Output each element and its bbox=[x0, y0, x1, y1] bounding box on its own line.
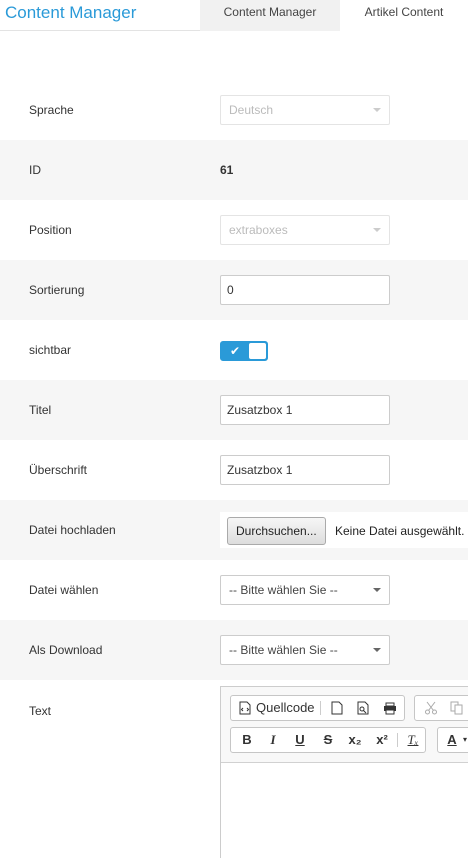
scissors-icon bbox=[425, 701, 437, 715]
editor-content-area[interactable] bbox=[221, 764, 468, 858]
sortierung-input[interactable] bbox=[220, 275, 390, 305]
sprache-label: Sprache bbox=[29, 103, 74, 117]
preview-button[interactable] bbox=[351, 696, 375, 720]
ueberschrift-input[interactable] bbox=[220, 455, 390, 485]
sortierung-label: Sortierung bbox=[29, 283, 85, 297]
als-download-select-value: -- Bitte wählen Sie -- bbox=[229, 643, 338, 657]
sprache-select-value: Deutsch bbox=[229, 103, 274, 117]
row-sichtbar: sichtbar ✔ bbox=[0, 320, 468, 380]
row-titel: Titel bbox=[0, 380, 468, 440]
file-status-text: Keine Datei ausgewählt. bbox=[335, 524, 465, 538]
app-title: Content Manager bbox=[5, 3, 137, 22]
als-download-label: Als Download bbox=[29, 643, 103, 657]
id-value: 61 bbox=[220, 163, 234, 177]
copy-icon bbox=[450, 701, 463, 715]
remove-format-button[interactable]: Tₓ bbox=[401, 728, 425, 752]
toolbar-group-basicstyles: B I U S x₂ x² Tₓ bbox=[230, 727, 426, 753]
row-id: ID 61 bbox=[0, 140, 468, 200]
row-ueberschrift: Überschrift bbox=[0, 440, 468, 500]
row-sortierung: Sortierung bbox=[0, 260, 468, 320]
text-label: Text bbox=[29, 704, 52, 718]
row-datei-waehlen: Datei wählen -- Bitte wählen Sie -- bbox=[0, 560, 468, 620]
row-datei-hochladen: Datei hochladen Durchsuchen... Keine Dat… bbox=[0, 500, 468, 560]
file-upload: Durchsuchen... Keine Datei ausgewählt. bbox=[220, 512, 468, 548]
sichtbar-toggle[interactable]: ✔ bbox=[220, 341, 268, 361]
id-label: ID bbox=[29, 163, 41, 177]
position-label: Position bbox=[29, 223, 72, 237]
chevron-down-icon[interactable]: ▾ bbox=[460, 728, 468, 752]
top-bar: Content Manager Content Manager Artikel … bbox=[0, 0, 468, 31]
chevron-down-icon bbox=[373, 108, 381, 112]
toolbar-separator bbox=[320, 701, 321, 715]
sichtbar-label: sichtbar bbox=[29, 343, 72, 357]
position-select-value: extraboxes bbox=[229, 223, 288, 237]
sprache-select: Deutsch bbox=[220, 95, 390, 125]
editor-toolbar: Quellcode B I U S x₂ x² Tₓ A ▾ bbox=[221, 687, 468, 763]
chevron-down-icon bbox=[373, 228, 381, 232]
print-button[interactable] bbox=[377, 696, 403, 720]
row-als-download: Als Download -- Bitte wählen Sie -- bbox=[0, 620, 468, 680]
subscript-button[interactable]: x₂ bbox=[343, 728, 367, 752]
datei-waehlen-select[interactable]: -- Bitte wählen Sie -- bbox=[220, 575, 390, 605]
check-icon: ✔ bbox=[230, 344, 241, 358]
chevron-down-icon bbox=[373, 588, 381, 592]
tab-content-manager[interactable]: Content Manager bbox=[200, 0, 340, 31]
tab-artikel-content[interactable]: Artikel Content bbox=[340, 0, 468, 31]
preview-icon bbox=[357, 701, 369, 715]
titel-label: Titel bbox=[29, 403, 52, 417]
superscript-button[interactable]: x² bbox=[370, 728, 394, 752]
source-icon bbox=[239, 701, 251, 715]
browse-button[interactable]: Durchsuchen... bbox=[227, 517, 326, 545]
copy-button[interactable] bbox=[445, 696, 468, 720]
datei-waehlen-label: Datei wählen bbox=[29, 583, 99, 597]
datei-hochladen-label: Datei hochladen bbox=[29, 523, 116, 537]
toolbar-group-document: Quellcode bbox=[230, 695, 405, 721]
toolbar-group-colors: A ▾ bbox=[437, 727, 468, 753]
toggle-knob bbox=[249, 343, 266, 359]
datei-waehlen-select-value: -- Bitte wählen Sie -- bbox=[229, 583, 338, 597]
position-select: extraboxes bbox=[220, 215, 390, 245]
source-label: Quellcode bbox=[256, 700, 315, 715]
text-color-button[interactable]: A bbox=[442, 728, 462, 752]
row-sprache: Sprache Deutsch bbox=[0, 80, 468, 140]
new-page-icon bbox=[331, 701, 343, 715]
cut-button[interactable] bbox=[419, 696, 443, 720]
rich-text-editor: Quellcode B I U S x₂ x² Tₓ A ▾ bbox=[220, 686, 468, 858]
titel-input[interactable] bbox=[220, 395, 390, 425]
new-page-button[interactable] bbox=[325, 696, 349, 720]
als-download-select[interactable]: -- Bitte wählen Sie -- bbox=[220, 635, 390, 665]
ueberschrift-label: Überschrift bbox=[29, 463, 88, 477]
chevron-down-icon bbox=[373, 648, 381, 652]
strikethrough-button[interactable]: S bbox=[316, 728, 340, 752]
toolbar-group-clipboard bbox=[414, 695, 468, 721]
underline-button[interactable]: U bbox=[288, 728, 312, 752]
italic-button[interactable]: I bbox=[261, 728, 285, 752]
toolbar-separator bbox=[397, 733, 398, 747]
print-icon bbox=[384, 702, 396, 715]
source-button[interactable]: Quellcode bbox=[233, 696, 319, 720]
row-position: Position extraboxes bbox=[0, 200, 468, 260]
bold-button[interactable]: B bbox=[235, 728, 259, 752]
